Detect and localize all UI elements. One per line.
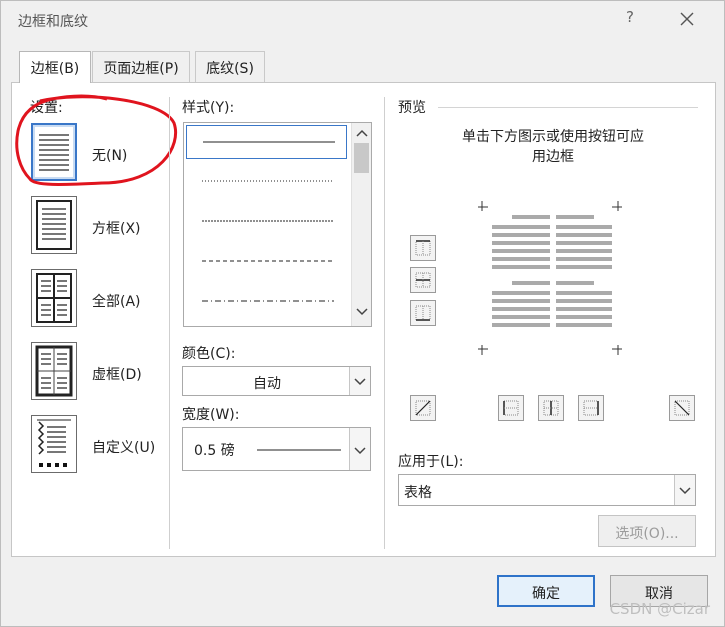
diagonal-up-border-button[interactable] xyxy=(410,395,436,421)
width-heading: 宽度(W): xyxy=(182,407,240,423)
apply-to-value: 表格 xyxy=(404,485,432,501)
preview-heading-rule xyxy=(438,107,698,108)
bottom-border-button[interactable] xyxy=(410,300,436,326)
diagonal-up-border-icon xyxy=(415,400,431,416)
left-border-button[interactable] xyxy=(498,395,524,421)
watermark: CSDN @Cizar xyxy=(609,600,710,618)
chevron-up-icon[interactable] xyxy=(356,128,368,138)
style-item-dash-dot[interactable] xyxy=(186,285,347,319)
style-list-scrollbar[interactable] xyxy=(351,123,371,326)
box-border-icon xyxy=(36,200,72,250)
title-bar: 边框和底纹 ? xyxy=(1,1,725,39)
setting-box-button[interactable] xyxy=(31,196,77,254)
chevron-down-icon xyxy=(354,447,366,455)
setting-custom-label[interactable]: 自定义(U) xyxy=(92,437,155,457)
preview-hint-line2: 用边框 xyxy=(532,149,574,165)
divider-right xyxy=(384,97,385,549)
inside-horizontal-border-button[interactable] xyxy=(410,267,436,293)
divider-left xyxy=(169,97,170,549)
width-line-sample xyxy=(257,449,341,451)
style-heading: 样式(Y): xyxy=(182,100,235,116)
help-button[interactable]: ? xyxy=(621,8,639,30)
preview-hint: 单击下方图示或使用按钮可应 用边框 xyxy=(398,127,708,167)
setting-grid-button[interactable] xyxy=(31,342,77,400)
style-item-fine-dotted[interactable] xyxy=(186,205,347,239)
style-item-dotted[interactable] xyxy=(186,165,347,199)
tab-borders[interactable]: 边框(B) xyxy=(19,51,91,83)
tab-shading[interactable]: 底纹(S) xyxy=(195,51,265,82)
style-item-dashed[interactable] xyxy=(186,245,347,279)
preview-diagram[interactable] xyxy=(478,201,628,361)
right-border-icon xyxy=(583,400,599,416)
custom-border-icon xyxy=(37,419,71,467)
dialog-title: 边框和底纹 xyxy=(18,14,88,30)
diagonal-down-border-button[interactable] xyxy=(669,395,695,421)
borders-and-shading-dialog: 边框和底纹 ? 边框(B) 页面边框(P) 底纹(S) 设置: 无(N) 方框(… xyxy=(0,0,725,627)
width-dropdown[interactable]: 0.5 磅 xyxy=(182,427,371,471)
color-heading: 颜色(C): xyxy=(182,346,236,362)
setting-all-label[interactable]: 全部(A) xyxy=(92,291,141,311)
ok-button[interactable]: 确定 xyxy=(497,575,595,607)
top-border-icon xyxy=(415,240,431,256)
preview-hint-line1: 单击下方图示或使用按钮可应 xyxy=(462,129,644,145)
setting-grid-label[interactable]: 虚框(D) xyxy=(92,364,142,384)
tab-page-borders[interactable]: 页面边框(P) xyxy=(92,51,190,82)
apply-to-dropdown[interactable]: 表格 xyxy=(398,474,696,506)
top-border-button[interactable] xyxy=(410,235,436,261)
chevron-down-icon[interactable] xyxy=(356,307,368,317)
inside-horizontal-border-icon xyxy=(415,272,431,288)
setting-all-button[interactable] xyxy=(31,269,77,327)
all-border-icon xyxy=(36,273,72,323)
close-icon[interactable] xyxy=(675,7,699,31)
grid-border-icon xyxy=(35,345,73,397)
setting-box-label[interactable]: 方框(X) xyxy=(92,218,141,238)
inside-vertical-border-button[interactable] xyxy=(538,395,564,421)
setting-custom-button[interactable] xyxy=(31,415,77,473)
diagonal-down-border-icon xyxy=(674,400,690,416)
chevron-down-icon xyxy=(679,487,691,495)
color-value: 自动 xyxy=(253,376,281,392)
inside-vertical-border-icon xyxy=(543,400,559,416)
left-border-icon xyxy=(503,400,519,416)
preview-heading: 预览 xyxy=(398,100,426,116)
bottom-border-icon xyxy=(415,305,431,321)
color-dropdown[interactable]: 自动 xyxy=(182,366,371,396)
right-border-button[interactable] xyxy=(578,395,604,421)
width-value: 0.5 磅 xyxy=(194,443,235,459)
annotation-circle xyxy=(15,94,177,186)
tab-panel: 设置: 无(N) 方框(X) 全部(A) 虚框(D) 自定义(U) 样式(Y):… xyxy=(11,82,716,557)
scrollbar-thumb[interactable] xyxy=(354,143,369,173)
style-item-solid[interactable] xyxy=(186,125,347,159)
chevron-down-icon xyxy=(354,378,366,386)
options-button[interactable]: 选项(O)... xyxy=(598,515,696,547)
style-list[interactable] xyxy=(183,122,372,327)
apply-to-heading: 应用于(L): xyxy=(398,454,464,470)
